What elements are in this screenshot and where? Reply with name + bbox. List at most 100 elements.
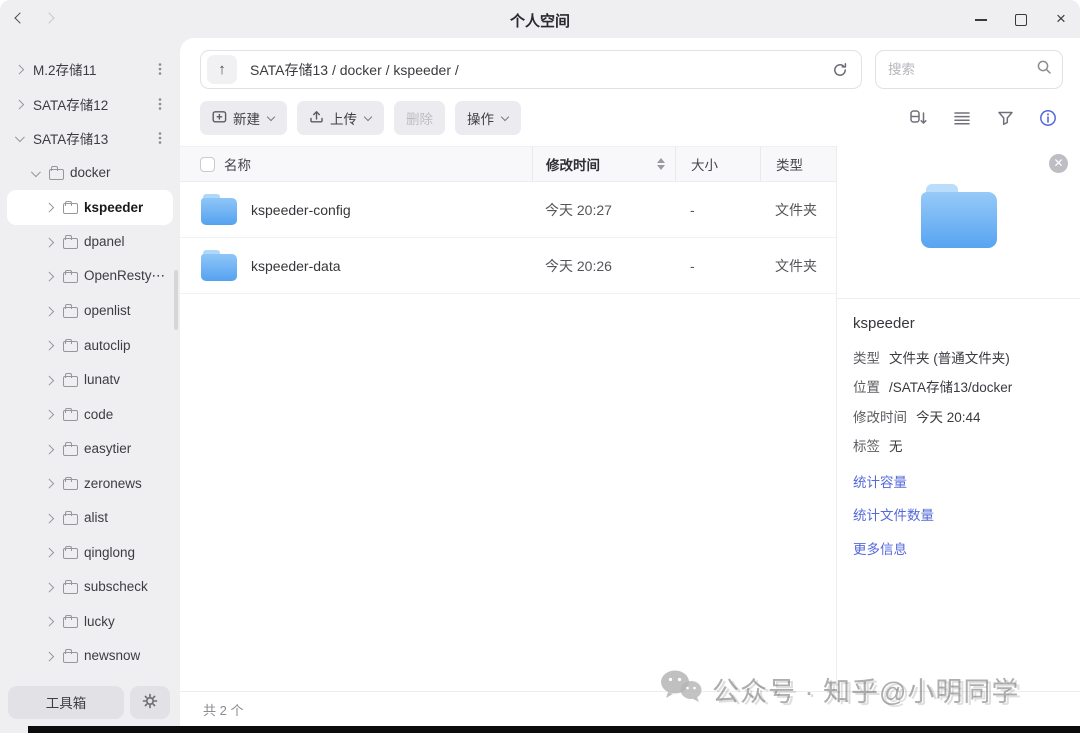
chevron-right-icon[interactable] [44, 511, 59, 525]
folder-outline-icon [63, 200, 80, 214]
search-box[interactable] [875, 50, 1063, 89]
close-icon[interactable]: ✕ [1049, 154, 1068, 173]
sidebar-item-qinglong[interactable]: qinglong [0, 535, 180, 570]
refresh-icon[interactable] [829, 59, 851, 81]
chevron-right-icon[interactable] [44, 304, 59, 318]
sidebar-item-easytier[interactable]: easytier [0, 432, 180, 467]
sort-arrows-icon[interactable] [657, 158, 665, 170]
column-header-size[interactable]: 大小 [691, 154, 718, 174]
maximize-button[interactable] [1014, 12, 1028, 26]
table-row[interactable]: kspeeder-config 今天 20:27 - 文件夹 [180, 182, 836, 238]
search-icon[interactable] [1036, 59, 1052, 80]
sidebar-item-label: lucky [84, 614, 115, 629]
sidebar-item-openresty[interactable]: OpenResty⋯ [0, 259, 180, 294]
details-field-tags: 标签 无 [853, 431, 1064, 461]
sidebar-item-autoclip[interactable]: autoclip [0, 328, 180, 363]
sidebar-item-label: code [84, 407, 113, 422]
chevron-right-icon[interactable] [14, 97, 29, 111]
column-header-modified[interactable]: 修改时间 [546, 154, 600, 174]
sidebar-item-label: M.2存储11 [33, 59, 97, 79]
app-window: 个人空间 × M.2存储11 SATA存储12 SATA存储13 [0, 0, 1080, 733]
sort-icon[interactable] [909, 108, 929, 128]
up-directory-button[interactable]: ↑ [207, 55, 237, 84]
toolbox-button[interactable]: 工具箱 [8, 686, 124, 719]
chevron-right-icon[interactable] [44, 614, 59, 628]
sidebar-item-alist[interactable]: alist [0, 501, 180, 536]
actions-button-label: 操作 [467, 108, 494, 128]
chevron-right-icon[interactable] [44, 545, 59, 559]
sidebar-item-code[interactable]: code [0, 397, 180, 432]
sidebar-scrollbar[interactable] [174, 270, 178, 330]
sidebar-item-newsnow[interactable]: newsnow [0, 639, 180, 674]
more-menu-icon[interactable] [152, 61, 168, 77]
actions-button[interactable]: 操作 [455, 101, 521, 135]
more-menu-icon[interactable] [152, 96, 168, 112]
column-header-name[interactable]: 名称 [224, 154, 251, 174]
chevron-down-icon [500, 114, 509, 123]
field-label: 修改时间 [853, 406, 907, 426]
breadcrumb[interactable]: SATA存储13 / docker / kspeeder / [250, 60, 829, 80]
sidebar-item-sata-storage13[interactable]: SATA存储13 [0, 121, 180, 156]
search-input[interactable] [888, 62, 1036, 77]
link-count-files[interactable]: 统计文件数量 [853, 498, 1064, 532]
chevron-right-icon[interactable] [44, 580, 59, 594]
sidebar-item-openlist[interactable]: openlist [0, 294, 180, 329]
field-label: 标签 [853, 435, 880, 455]
table-row[interactable]: kspeeder-data 今天 20:26 - 文件夹 [180, 238, 836, 294]
info-icon[interactable] [1038, 108, 1058, 128]
sidebar-item-sata-storage12[interactable]: SATA存储12 [0, 87, 180, 122]
chevron-right-icon[interactable] [44, 649, 59, 663]
list-view-icon[interactable] [952, 108, 972, 128]
file-list: 名称 修改时间 大小 类型 kspeeder-config 今天 2 [180, 146, 836, 691]
chevron-right-icon[interactable] [44, 269, 59, 283]
window-title: 个人空间 [0, 10, 1080, 31]
sidebar-item-label: docker [70, 165, 111, 180]
folder-outline-icon [63, 304, 80, 318]
file-type: 文件夹 [760, 200, 836, 220]
sidebar: M.2存储11 SATA存储12 SATA存储13 docker [0, 38, 180, 726]
sidebar-item-docker[interactable]: docker [0, 156, 180, 191]
link-more-info[interactable]: 更多信息 [853, 531, 1064, 565]
sidebar-item-subscheck[interactable]: subscheck [0, 570, 180, 605]
chevron-right-icon[interactable] [44, 442, 59, 456]
path-bar[interactable]: ↑ SATA存储13 / docker / kspeeder / [200, 50, 862, 89]
chevron-right-icon[interactable] [44, 407, 59, 421]
file-name: kspeeder-data [251, 258, 341, 274]
sidebar-item-label: qinglong [84, 545, 135, 560]
sidebar-item-lunatv[interactable]: lunatv [0, 363, 180, 398]
chevron-right-icon[interactable] [44, 373, 59, 387]
upload-button[interactable]: 上传 [297, 101, 384, 135]
filter-icon[interactable] [995, 108, 1015, 128]
new-button[interactable]: 新建 [200, 101, 287, 135]
delete-button[interactable]: 删除 [394, 101, 445, 135]
sidebar-item-dpanel[interactable]: dpanel [0, 225, 180, 260]
sidebar-item-zeronews[interactable]: zeronews [0, 466, 180, 501]
folder-outline-icon [63, 580, 80, 594]
sidebar-item-label: dpanel [84, 234, 125, 249]
sidebar-item-label: OpenResty⋯ [84, 268, 165, 284]
more-menu-icon[interactable] [152, 130, 168, 146]
folder-outline-icon [63, 269, 80, 283]
minimize-button[interactable] [974, 12, 988, 26]
chevron-down-icon[interactable] [14, 131, 29, 145]
link-calc-size[interactable]: 统计容量 [853, 464, 1064, 498]
close-button[interactable]: × [1054, 12, 1068, 26]
field-label: 位置 [853, 376, 880, 396]
folder-outline-icon [63, 476, 80, 490]
folder-preview-icon [921, 184, 997, 248]
chevron-right-icon[interactable] [14, 62, 29, 76]
select-all-checkbox[interactable] [200, 157, 215, 172]
status-bar: 共 2 个 [180, 691, 1080, 726]
folder-outline-icon [63, 511, 80, 525]
sidebar-item-kspeeder[interactable]: kspeeder [7, 190, 173, 225]
chevron-down-icon[interactable] [30, 166, 45, 180]
chevron-right-icon[interactable] [44, 338, 59, 352]
chevron-right-icon[interactable] [44, 200, 59, 214]
chevron-right-icon[interactable] [44, 476, 59, 490]
sidebar-item-m2-storage11[interactable]: M.2存储11 [0, 52, 180, 87]
column-header-type[interactable]: 类型 [776, 154, 803, 174]
chevron-right-icon[interactable] [44, 235, 59, 249]
sidebar-item-lucky[interactable]: lucky [0, 604, 180, 639]
details-panel: ✕ kspeeder 类型 文件夹 (普通文件夹) 位置 /SATA存储13/d… [836, 146, 1080, 691]
settings-button[interactable] [130, 686, 170, 719]
